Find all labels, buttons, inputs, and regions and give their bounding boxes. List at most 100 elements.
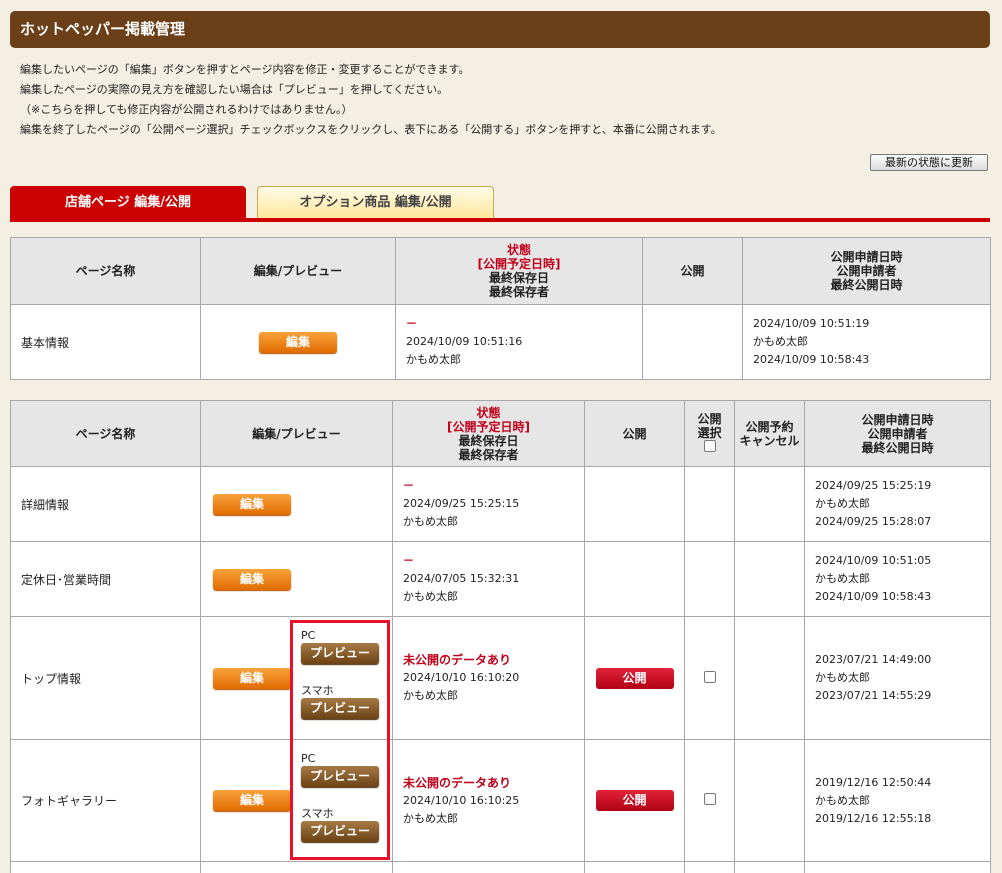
edit-button[interactable]: 編集	[213, 568, 291, 590]
status-value: 未公開のデータあり	[403, 775, 512, 790]
edit-cell: 編集	[200, 466, 393, 542]
table-header-row: ページ名称 編集/プレビュー 状態 [公開予定日時] 最終保存日 最終保存者 公…	[10, 237, 991, 305]
status-value: －	[406, 317, 417, 330]
select-cell	[684, 541, 735, 617]
saved-date: 2024/10/10 16:10:20	[403, 671, 520, 684]
pc-preview-button[interactable]: プレビュー	[301, 643, 379, 664]
scheduled-label: [公開予定日時]	[447, 419, 530, 434]
last-publish-date: 2019/12/16 12:55:18	[815, 811, 932, 825]
saved-date-label: 最終保存日	[488, 271, 549, 285]
edit-cell: 編集	[200, 304, 396, 380]
requester: かもめ太郎	[815, 793, 870, 807]
select-all-checkbox[interactable]	[703, 440, 716, 452]
refresh-button[interactable]: 最新の状態に更新	[870, 154, 988, 171]
col-page-name: ページ名称	[10, 400, 201, 467]
select-cell	[684, 466, 735, 542]
table-row	[10, 861, 991, 873]
publish-cell	[584, 466, 685, 542]
publish-button[interactable]: 公開	[595, 790, 674, 811]
status-value: 未公開のデータあり	[403, 653, 512, 667]
basic-table: ページ名称 編集/プレビュー 状態 [公開予定日時] 最終保存日 最終保存者 公…	[10, 237, 991, 380]
status-cell: 未公開のデータあり 2024/10/10 16:10:25 かもめ太郎	[392, 739, 585, 862]
sp-label: スマホ	[301, 684, 334, 697]
pc-preview-button[interactable]: プレビュー	[301, 766, 379, 787]
select-label-2: 選択	[697, 426, 722, 440]
request-date-label: 公開申請日時	[830, 250, 903, 264]
last-publish-date: 2024/10/09 10:58:43	[815, 590, 932, 603]
publish-button[interactable]: 公開	[595, 667, 674, 689]
edit-button[interactable]: 編集	[259, 331, 337, 353]
last-publish-label: 最終公開日時	[830, 278, 903, 292]
intro-line: 編集したいページの「編集」ボタンを押すとページ内容を修正・変更することができます…	[20, 63, 470, 76]
intro-line: （※こちらを押しても修正内容が公開されるわけではありません。）	[20, 103, 353, 116]
saver: かもめ太郎	[403, 590, 458, 603]
page-name: 定休日･営業時間	[10, 541, 201, 617]
status-label: 状態	[476, 405, 501, 420]
dates-cell: 2024/10/09 10:51:05 かもめ太郎 2024/10/09 10:…	[804, 541, 991, 617]
publish-cell: 公開	[584, 739, 685, 862]
publish-cell: 公開	[584, 616, 685, 740]
page-header: ホットペッパー掲載管理	[10, 11, 990, 48]
col-publish: 公開	[642, 237, 743, 305]
select-cell	[684, 739, 735, 862]
tab-store-page[interactable]: 店舗ページ 編集/公開	[10, 186, 246, 219]
cancel-label: 公開予約	[745, 419, 794, 434]
edit-button[interactable]: 編集	[213, 667, 291, 689]
cancel-cell	[734, 541, 805, 617]
saver-label: 最終保存者	[488, 285, 549, 299]
pc-label: PC	[301, 629, 316, 642]
preview-group: PC プレビュー スマホ プレビュー	[301, 629, 379, 719]
select-cell	[684, 616, 735, 740]
requester: かもめ太郎	[815, 497, 870, 510]
edit-button[interactable]: 編集	[213, 493, 291, 515]
last-publish-date: 2024/10/09 10:58:43	[753, 353, 870, 366]
sp-preview-button[interactable]: プレビュー	[301, 698, 379, 719]
col-page-name: ページ名称	[10, 237, 201, 305]
select-label: 公開	[697, 412, 722, 426]
publish-select-checkbox[interactable]	[703, 670, 716, 683]
tab-underline	[10, 218, 990, 222]
tab-bar: 店舗ページ 編集/公開 オプション商品 編集/公開	[10, 186, 990, 223]
cancel-cell	[734, 616, 805, 740]
page-name: 詳細情報	[10, 466, 201, 542]
page-name: フォトギャラリー	[10, 739, 201, 862]
intro-text: 編集したいページの「編集」ボタンを押すとページ内容を修正・変更することができます…	[20, 60, 722, 140]
scheduled-label: [公開予定日時]	[477, 257, 561, 271]
request-date: 2024/10/09 10:51:05	[815, 554, 932, 567]
cancel-label-2: キャンセル	[739, 433, 800, 448]
edit-button[interactable]: 編集	[213, 790, 291, 811]
col-dates: 公開申請日時 公開申請者 最終公開日時	[742, 237, 991, 305]
publish-cell	[642, 304, 743, 380]
col-edit-preview: 編集/プレビュー	[200, 237, 396, 305]
saved-date-label: 最終保存日	[458, 433, 519, 448]
sp-label: スマホ	[301, 807, 334, 820]
saver: かもめ太郎	[403, 689, 458, 702]
request-date: 2019/12/16 12:50:44	[815, 775, 932, 789]
pc-label: PC	[301, 752, 316, 765]
status-value: －	[403, 554, 414, 567]
col-publish: 公開	[584, 400, 685, 467]
pages-table: ページ名称 編集/プレビュー 状態 [公開予定日時] 最終保存日 最終保存者 公…	[10, 400, 991, 873]
tab-option-products[interactable]: オプション商品 編集/公開	[257, 186, 494, 219]
publish-cell	[584, 541, 685, 617]
saver: かもめ太郎	[403, 515, 458, 528]
status-value: －	[403, 479, 414, 492]
saved-date: 2024/09/25 15:25:15	[403, 497, 520, 510]
requester: かもめ太郎	[815, 572, 870, 585]
table-header-row: ページ名称 編集/プレビュー 状態 [公開予定日時] 最終保存日 最終保存者 公…	[10, 400, 991, 467]
saver-label: 最終保存者	[458, 447, 519, 462]
status-cell: － 2024/09/25 15:25:15 かもめ太郎	[392, 466, 585, 542]
request-date-label: 公開申請日時	[861, 412, 934, 427]
table-row: 詳細情報 編集 － 2024/09/25 15:25:15 かもめ太郎 2024…	[10, 466, 991, 542]
request-date: 2024/10/09 10:51:19	[753, 317, 870, 330]
col-status: 状態 [公開予定日時] 最終保存日 最終保存者	[392, 400, 585, 467]
publish-select-checkbox[interactable]	[703, 793, 716, 805]
col-dates: 公開申請日時 公開申請者 最終公開日時	[804, 400, 991, 467]
edit-cell: 編集	[200, 541, 393, 617]
saver: かもめ太郎	[403, 811, 458, 825]
preview-group: PC プレビュー スマホ プレビュー	[301, 752, 379, 842]
edit-cell: 編集 PC プレビュー スマホ プレビュー	[200, 739, 393, 862]
sp-preview-button[interactable]: プレビュー	[301, 821, 379, 842]
status-cell: － 2024/10/09 10:51:16 かもめ太郎	[395, 304, 643, 380]
dates-cell: 2024/10/09 10:51:19 かもめ太郎 2024/10/09 10:…	[742, 304, 991, 380]
